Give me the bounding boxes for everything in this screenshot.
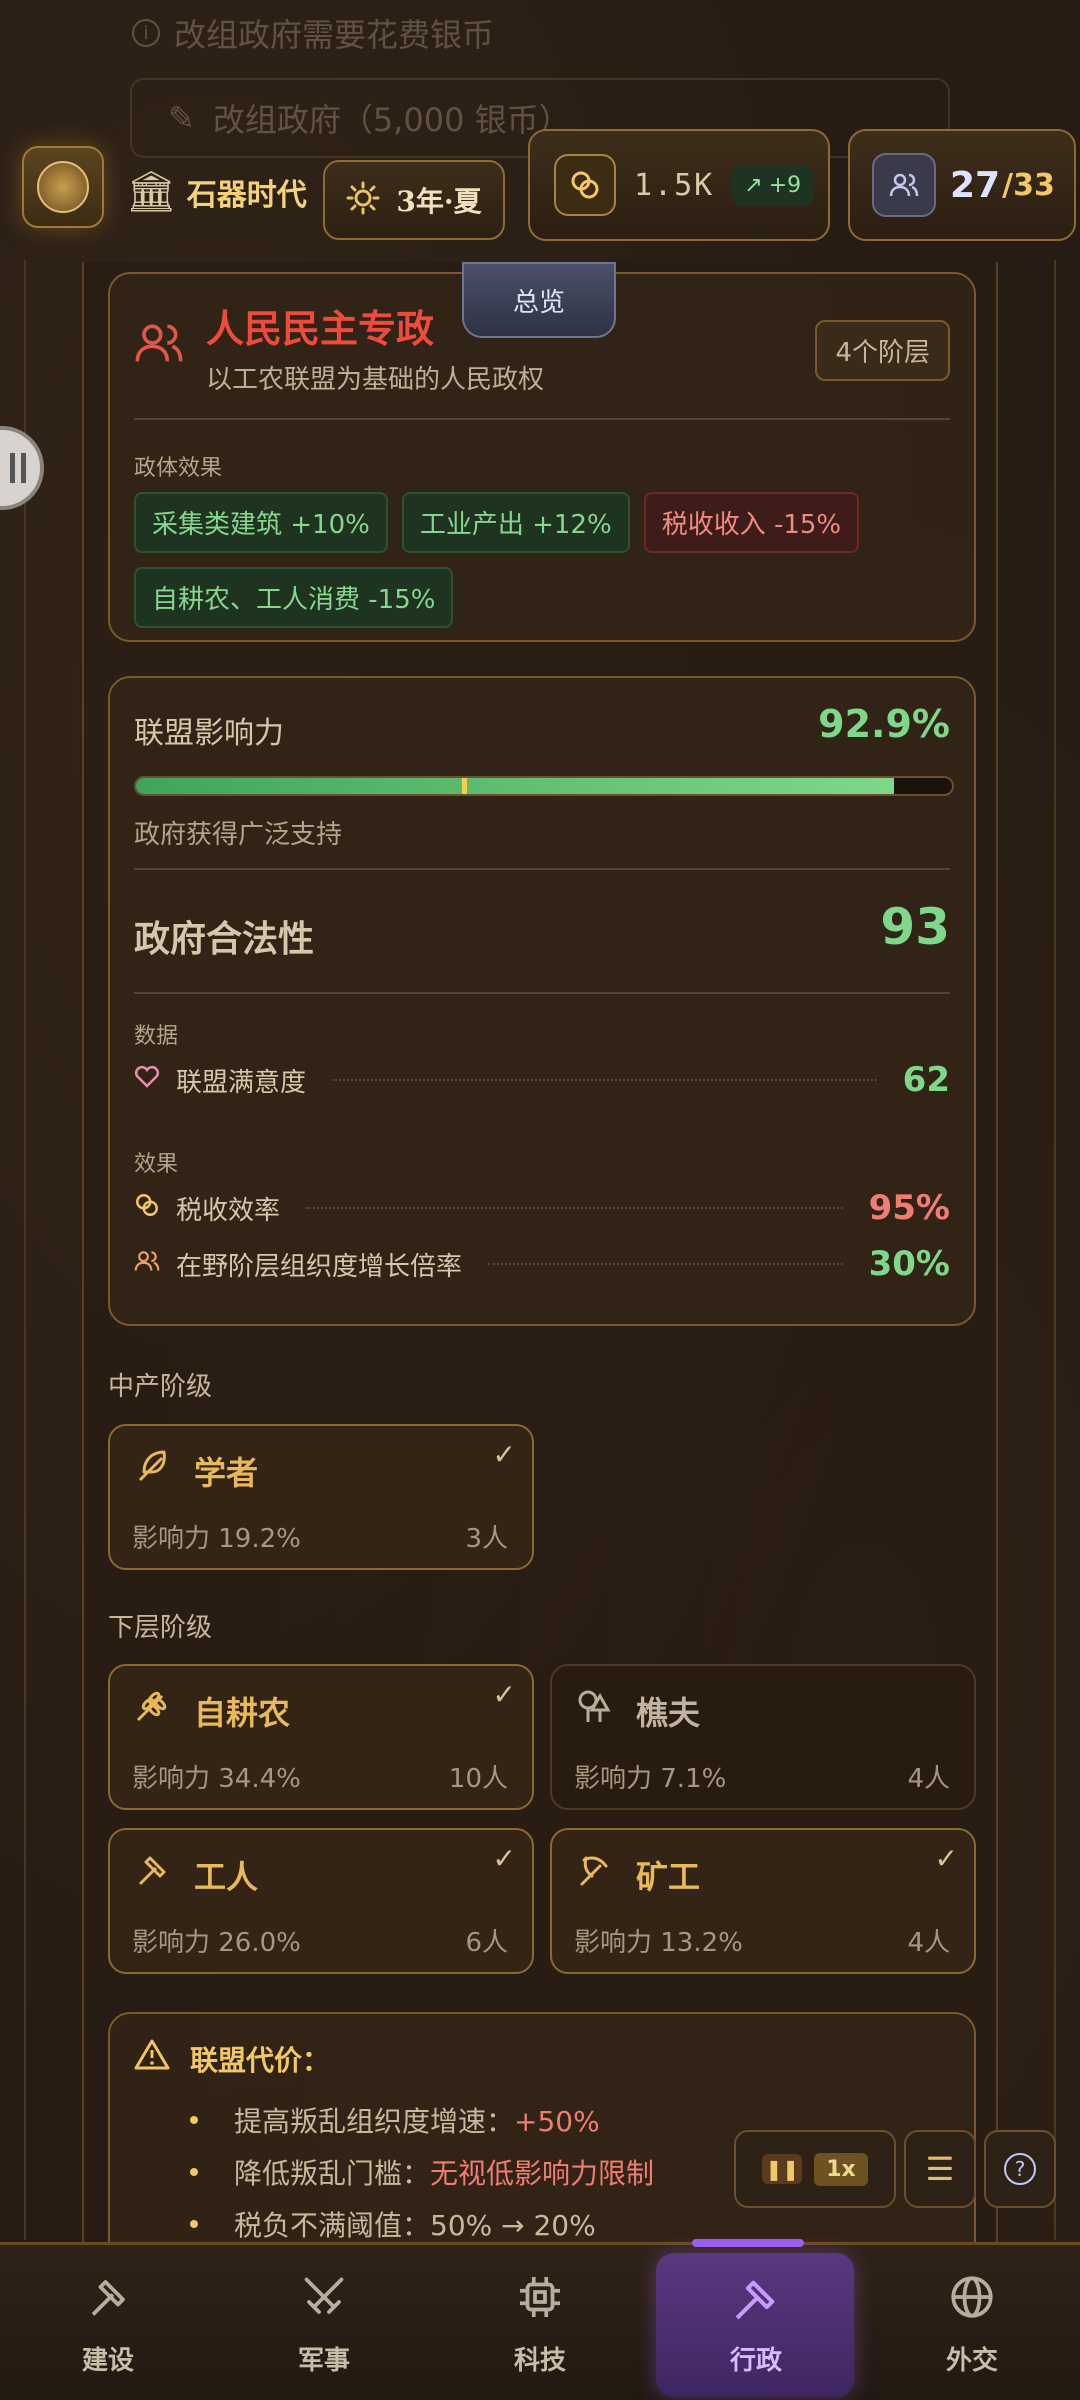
legitimacy-label: 政府合法性 [134,919,315,960]
data-section-label: 数据 [134,1024,179,1049]
check-icon: ✓ [492,1842,516,1875]
lower-class-label: 下层阶级 [108,1613,213,1643]
chip-icon [515,2272,565,2326]
population-max: /33 [1002,167,1055,203]
list-item: 降低叛乱门槛：无视低影响力限制 [190,2146,654,2198]
temple-icon: 🏛 [126,169,177,215]
frame-line-left [24,260,26,2240]
era-display[interactable]: 🏛 石器时代 [126,168,307,215]
effect-chip: 税收收入 -15% [643,492,860,553]
nav-administration[interactable]: 行政 [648,2239,864,2400]
check-icon: ✓ [492,1678,516,1711]
help-button[interactable]: ? [984,2130,1056,2208]
dotted-leader [306,1207,843,1209]
heart-icon [134,1065,164,1096]
satisfaction-row: 联盟满意度 62 [134,1060,950,1100]
emblem-icon [37,161,89,213]
administration-panel: 人民民主专政 以工农联盟为基础的人民政权 4个阶层 政体效果 采集类建筑 +10… [82,262,998,2242]
crossed-swords-icon [299,2272,349,2326]
nav-military[interactable]: 军事 [216,2245,432,2400]
pause-icon[interactable]: ❚❚ [762,2154,803,2184]
effect-chip: 工业产出 +12% [401,492,630,553]
class-card-peasant[interactable]: 自耕农 ✓ 影响力 34.4% 10人 [108,1664,534,1810]
dotted-leader [488,1263,843,1265]
strata-count-badge: 4个阶层 [815,320,950,381]
alliance-cost-title: 联盟代价： [190,2043,331,2077]
list-item: 提高叛乱组织度增速：+50% [190,2094,654,2146]
silver-display[interactable]: 1.5K ↗ +9 [528,129,830,241]
effects-section-label: 效果 [134,1152,179,1177]
game-speed-control[interactable]: ❚❚ 1x [734,2130,896,2208]
population-value: 27 [950,164,1001,206]
influence-note: 政府获得广泛支持 [134,820,343,850]
nav-build[interactable]: 建设 [0,2245,216,2400]
people-icon [134,1248,164,1281]
influence-progress-fill [136,778,895,794]
pickaxe-icon [574,1850,614,1899]
tab-overview[interactable]: 总览 [462,262,616,338]
organization-rate-row: 在野阶层组织度增长倍率 30% [134,1244,950,1284]
active-tab-indicator [692,2239,804,2247]
trend-up-icon: ↗ [744,172,763,198]
effect-chip: 采集类建筑 +10% [134,492,388,553]
list-item: 税负不满阈值：50% → 20% [190,2198,654,2242]
tax-efficiency-row: 税收效率 95% [134,1188,950,1228]
population-display[interactable]: 27 /33 [848,129,1076,241]
gavel-icon [729,2272,783,2326]
effects-label: 政体效果 [134,456,223,481]
warning-icon [134,2038,170,2079]
globe-icon [947,2272,997,2326]
nav-diplomacy[interactable]: 外交 [864,2245,1080,2400]
wheat-icon [132,1686,172,1735]
class-card-scholar[interactable]: 学者 ✓ 影响力 19.2% 3人 [108,1424,534,1570]
trees-icon [574,1686,614,1735]
alliance-influence-label: 联盟影响力 [134,716,284,751]
speed-rate[interactable]: 1x [814,2152,868,2186]
hammer-icon [83,2272,133,2326]
government-subtitle: 以工农联盟为基础的人民政权 [206,365,545,395]
coins-icon [554,154,616,216]
legitimacy-value: 93 [880,898,950,956]
class-card-worker[interactable]: 工人 ✓ 影响力 26.0% 6人 [108,1828,534,1974]
info-icon: i [132,19,160,47]
people-icon [134,318,184,368]
sun-icon [346,181,380,219]
divider [134,868,950,870]
divider [134,992,950,994]
legitimacy-card: 联盟影响力 92.9% 政府获得广泛支持 政府合法性 93 数据 联盟满意度 6… [108,676,976,1326]
help-icon: ? [1004,2153,1036,2185]
hammer-icon [132,1850,172,1899]
divider [134,418,950,420]
effect-chip: 自耕农、工人消费 -15% [134,567,454,628]
people-icon [872,153,936,217]
silver-value: 1.5K [634,167,715,203]
nav-technology[interactable]: 科技 [432,2245,648,2400]
dotted-leader [332,1079,877,1081]
empire-emblem-button[interactable] [22,146,104,228]
silver-delta-badge: ↗ +9 [732,164,814,206]
top-bar: 🏛 石器时代 3年·夏 1.5K ↗ +9 27 /33 [0,112,1080,262]
middle-class-label: 中产阶级 [108,1372,213,1402]
coins-icon [134,1192,164,1225]
menu-icon: ☰ [925,2150,955,2188]
influence-progress-bar [134,776,954,796]
effects-chips: 采集类建筑 +10% 工业产出 +12% 税收收入 -15% 自耕农、工人消费 … [134,492,954,628]
check-icon: ✓ [934,1842,958,1875]
reorganize-note: i 改组政府需要花费银币 [132,10,494,56]
pause-icon [10,453,26,483]
influence-threshold-marker [462,778,468,794]
alliance-cost-list: 提高叛乱组织度增速：+50% 降低叛乱门槛：无视低影响力限制 税负不满阈值：50… [190,2094,654,2242]
class-card-miner[interactable]: 矿工 ✓ 影响力 13.2% 4人 [550,1828,976,1974]
menu-button[interactable]: ☰ [904,2130,976,2208]
feather-icon [132,1446,172,1495]
check-icon: ✓ [492,1438,516,1471]
bottom-navigation: 建设 军事 科技 行政 外交 [0,2239,1080,2400]
class-card-woodcutter[interactable]: 樵夫 影响力 7.1% 4人 [550,1664,976,1810]
alliance-influence-value: 92.9% [818,702,950,746]
season-display[interactable]: 3年·夏 [323,160,505,240]
frame-line-right [1054,260,1056,2240]
